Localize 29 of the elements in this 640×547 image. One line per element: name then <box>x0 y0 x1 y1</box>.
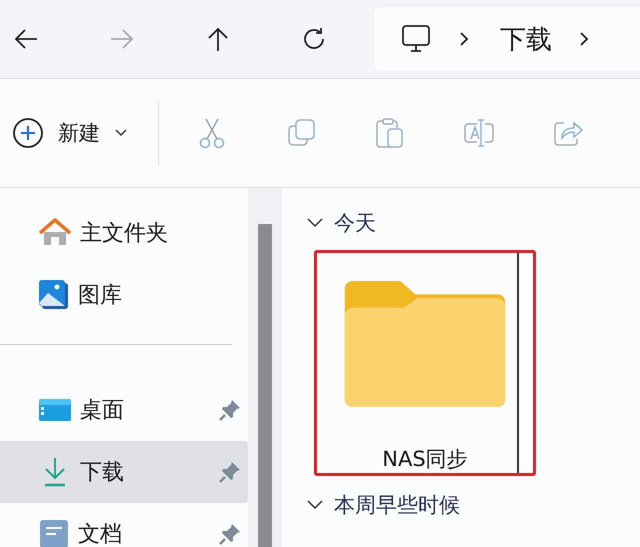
address-bar[interactable]: 下载 <box>374 7 640 71</box>
clipboard-icon <box>374 117 405 149</box>
pin-icon <box>218 460 242 484</box>
group-header[interactable]: 今天 <box>306 206 640 240</box>
sidebar-item[interactable]: 文档 <box>0 503 248 547</box>
sidebar-item[interactable]: 桌面 <box>0 379 248 441</box>
computer-icon <box>400 24 432 54</box>
rename-icon <box>462 117 495 149</box>
picture-icon <box>38 279 70 311</box>
chevron-icon <box>306 217 324 229</box>
folder-tile[interactable]: NAS同步 <box>314 250 536 476</box>
breadcrumb[interactable]: 下载 <box>500 22 552 56</box>
chevron-icon <box>578 30 590 48</box>
caret-icon <box>114 128 128 138</box>
scissors-icon <box>196 117 227 149</box>
house-icon <box>38 218 72 248</box>
chevron-icon <box>458 30 470 48</box>
desktop-icon <box>38 396 72 424</box>
group-header[interactable]: 本周早些时候 <box>306 488 640 522</box>
copy-icon <box>286 118 316 148</box>
sidebar-item[interactable]: 下载 <box>0 441 248 503</box>
pin-icon <box>218 522 242 546</box>
sidebar-item[interactable]: 主文件夹 <box>0 202 248 264</box>
scrollbar-thumb[interactable] <box>258 224 272 547</box>
pin-icon <box>218 398 242 422</box>
chevron-icon <box>306 499 324 511</box>
sidebar-item[interactable]: 图库 <box>0 264 248 326</box>
plus-circle-icon <box>12 117 44 149</box>
new-button[interactable]: 新建 <box>12 107 136 159</box>
